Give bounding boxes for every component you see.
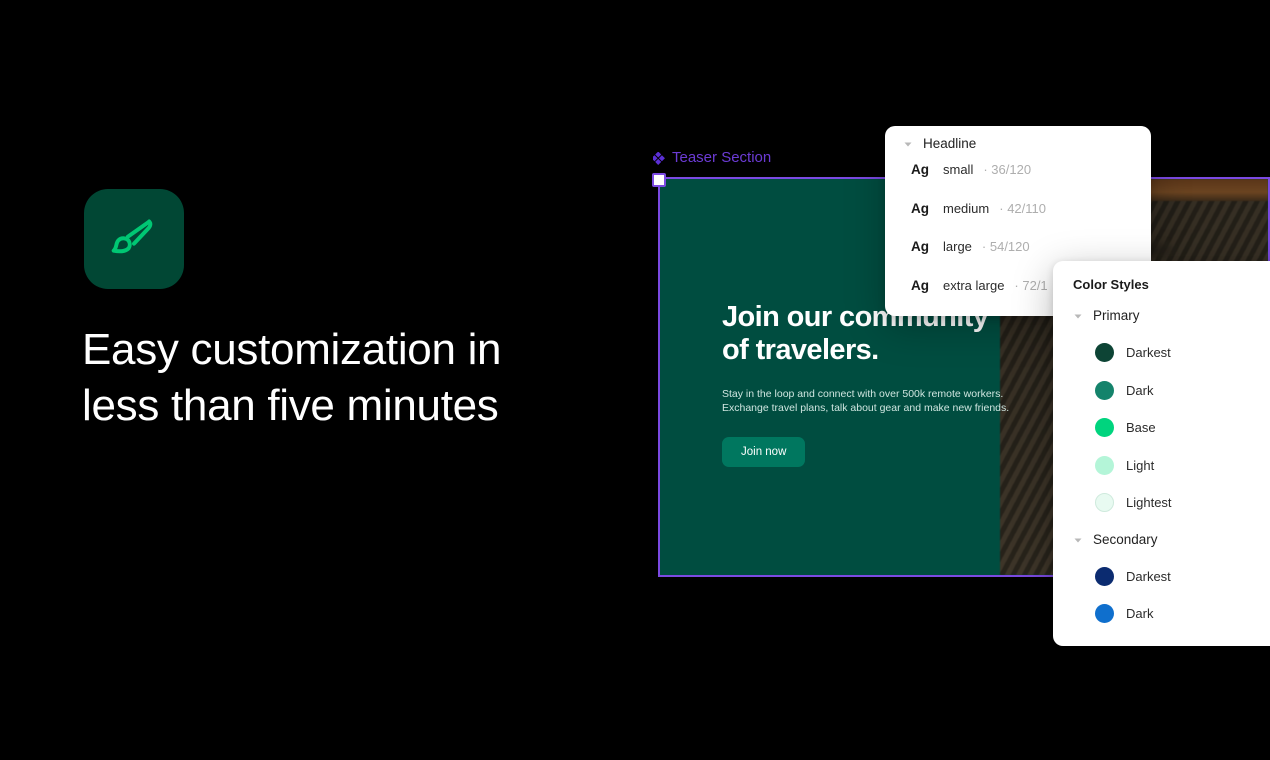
color-swatch-label: Dark: [1126, 606, 1154, 622]
color-swatch-row[interactable]: Dark: [1053, 595, 1270, 633]
paintbrush-icon: [106, 211, 162, 267]
type-style-metrics: · 36/120: [983, 162, 1032, 177]
type-style-metrics: · 54/120: [981, 239, 1030, 254]
color-swatch-dot: [1095, 343, 1114, 363]
breadcrumb[interactable]: Teaser Section: [653, 148, 771, 168]
color-group-label: Primary: [1093, 308, 1140, 323]
color-swatch-dot: [1095, 493, 1114, 513]
color-swatch-row[interactable]: Lightest: [1053, 484, 1270, 522]
type-sample-glyph: Ag: [911, 239, 929, 254]
color-group-secondary[interactable]: Secondary: [1053, 522, 1270, 558]
type-style-metrics: · 42/110: [999, 200, 1046, 216]
chevron-down-icon[interactable]: [1073, 311, 1083, 321]
color-swatch-dot: [1095, 380, 1114, 400]
color-group-label: Secondary: [1093, 531, 1158, 547]
section-label-text: Teaser Section: [672, 149, 772, 166]
color-swatch-row[interactable]: Light: [1053, 447, 1270, 485]
color-swatch-label: Base: [1126, 420, 1156, 436]
join-now-button[interactable]: Join now: [722, 437, 806, 467]
type-sample-glyph: Ag: [911, 277, 929, 293]
type-style-name: large: [943, 239, 972, 254]
type-group-label: Headline: [923, 136, 977, 151]
color-swatch-row[interactable]: Darkest: [1053, 334, 1270, 372]
color-swatch-row[interactable]: Darkest: [1053, 558, 1270, 596]
color-swatch-label: Light: [1126, 457, 1155, 473]
color-group-primary[interactable]: Primary: [1053, 298, 1270, 334]
component-diamond-icon: [653, 151, 666, 165]
type-sample-glyph: Ag: [911, 162, 929, 177]
color-swatch-dot: [1095, 418, 1114, 438]
type-style-metrics: · 72/1: [1014, 277, 1048, 293]
color-styles-panel: Color Styles Primary Darkest Dark Base L…: [1053, 261, 1270, 646]
type-group-headline[interactable]: Headline: [885, 126, 1151, 162]
selection-handle-top-left[interactable]: [652, 173, 666, 187]
color-swatch-label: Lightest: [1126, 495, 1172, 511]
color-swatch-label: Dark: [1126, 382, 1154, 398]
chevron-down-icon[interactable]: [1073, 535, 1083, 545]
screenshot-canvas: Easy customization in less than five min…: [0, 0, 1270, 760]
type-style-name: medium: [943, 200, 990, 216]
promo-icon-tile: [84, 189, 184, 289]
color-swatch-row[interactable]: Base: [1053, 409, 1270, 447]
type-style-name: small: [943, 162, 974, 177]
type-style-row[interactable]: Ag medium · 42/110: [885, 201, 1151, 240]
color-swatch-dot: [1095, 566, 1114, 586]
teaser-content: Join our community of travelers. Stay in…: [722, 301, 1052, 467]
type-style-row[interactable]: Ag small · 36/120: [885, 162, 1151, 201]
color-swatch-dot: [1095, 455, 1114, 475]
color-swatch-label: Darkest: [1126, 568, 1171, 584]
color-panel-title: Color Styles: [1073, 277, 1149, 292]
teaser-body-text: Stay in the loop and connect with over 5…: [722, 388, 1010, 414]
type-style-name: extra large: [943, 277, 1005, 293]
color-swatch-dot: [1095, 604, 1114, 624]
chevron-down-icon[interactable]: [903, 139, 913, 149]
type-sample-glyph: Ag: [911, 200, 929, 216]
color-swatch-row[interactable]: Dark: [1053, 372, 1270, 410]
color-swatch-label: Darkest: [1126, 345, 1171, 361]
page-title: Easy customization in less than five min…: [82, 325, 502, 430]
